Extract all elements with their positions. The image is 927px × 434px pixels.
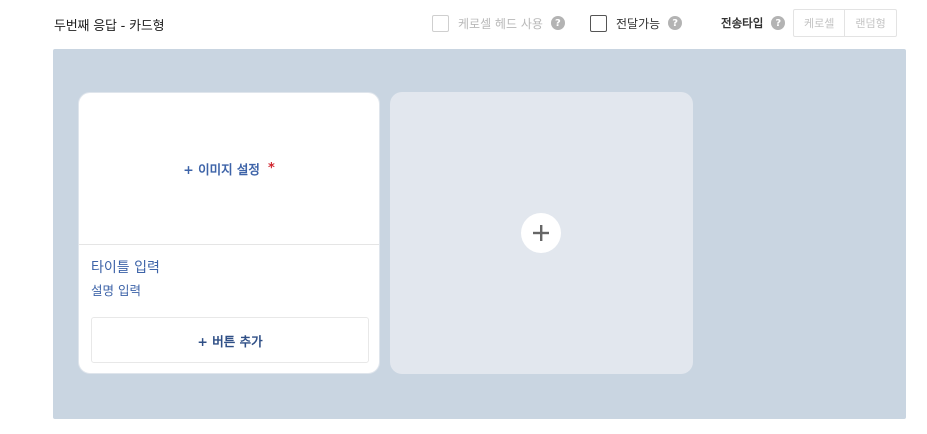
deliverable-checkbox[interactable] (590, 14, 607, 32)
image-set-label: + 이미지 설정 (183, 162, 260, 177)
card-canvas: + 이미지 설정 * 타이틀 입력 설명 입력 + 버튼 추가 (53, 49, 906, 419)
required-mark: * (267, 161, 275, 176)
card-desc-input[interactable]: 설명 입력 (91, 280, 141, 299)
response-card: + 이미지 설정 * 타이틀 입력 설명 입력 + 버튼 추가 (78, 92, 380, 374)
carousel-head-label: 케로셀 헤드 사용 (458, 16, 543, 31)
image-set-area[interactable]: + 이미지 설정 * (79, 93, 379, 245)
add-card-slot[interactable] (390, 92, 693, 374)
response-title: 두번째 응답 - 카드형 (54, 19, 165, 34)
deliverable-option: 전달가능 ? (590, 13, 683, 33)
send-type-random-button[interactable]: 랜덤형 (844, 10, 895, 36)
help-icon[interactable]: ? (668, 16, 683, 30)
send-type-option: 전송타입 ? (721, 13, 786, 33)
help-icon[interactable]: ? (550, 16, 565, 30)
help-icon[interactable]: ? (771, 16, 786, 30)
send-type-carousel-button[interactable]: 케로셀 (794, 10, 844, 36)
carousel-head-checkbox[interactable] (432, 14, 449, 32)
response-header: 두번째 응답 - 카드형 케로셀 헤드 사용 ? 전달가능 ? 전송타입 ? 케… (0, 0, 927, 48)
carousel-head-option: 케로셀 헤드 사용 ? (432, 13, 565, 33)
card-title-input[interactable]: 타이틀 입력 (91, 257, 160, 277)
add-button-button[interactable]: + 버튼 추가 (91, 317, 369, 363)
send-type-toggle: 케로셀 랜덤형 (793, 9, 897, 37)
send-type-label: 전송타입 (721, 16, 764, 30)
plus-icon (532, 224, 550, 242)
add-card-button[interactable] (521, 213, 561, 253)
deliverable-label: 전달가능 (616, 16, 661, 31)
